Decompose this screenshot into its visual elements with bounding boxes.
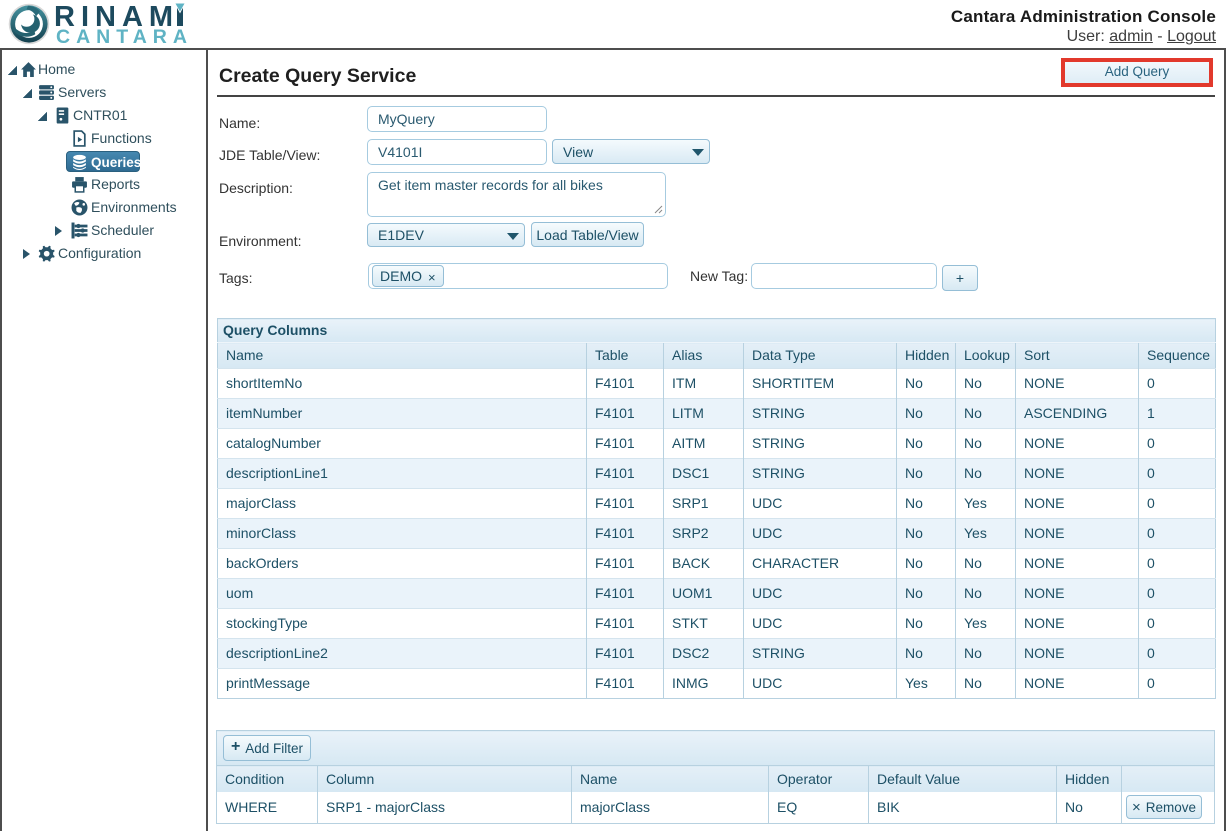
svg-text:CANTARA: CANTARA (56, 26, 193, 45)
